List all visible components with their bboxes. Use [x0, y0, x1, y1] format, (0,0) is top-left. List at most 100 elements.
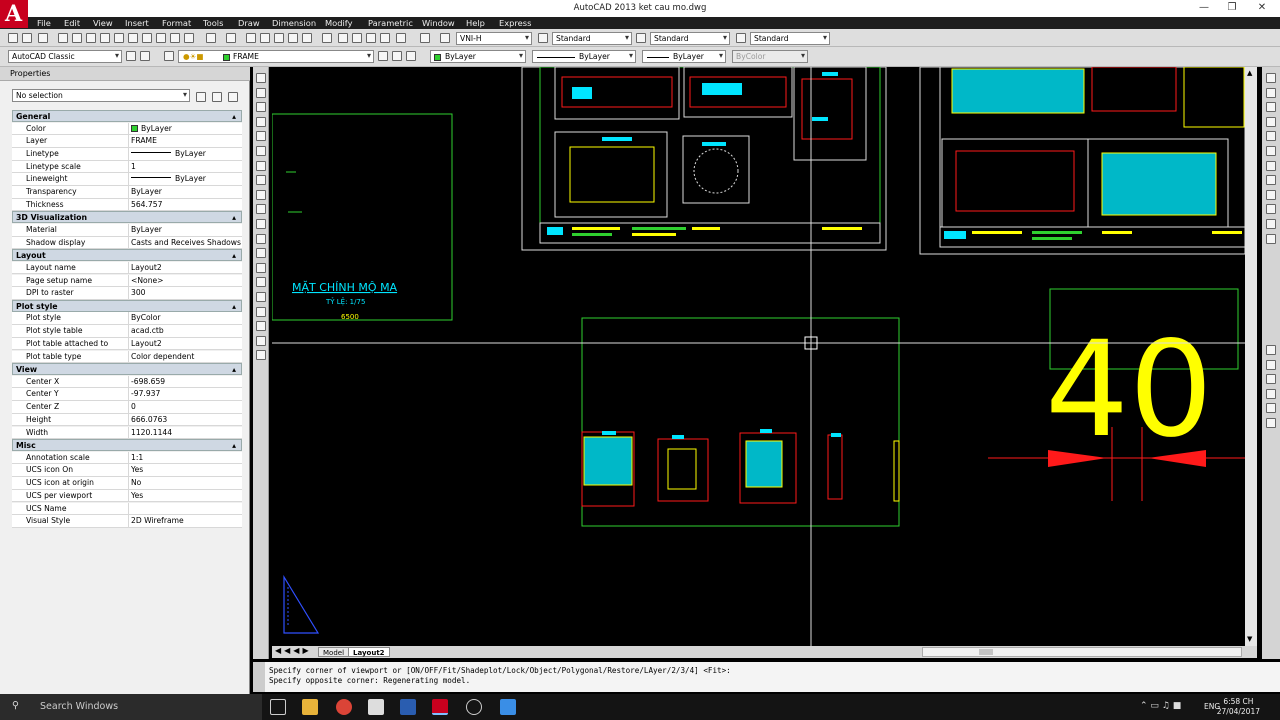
color-select[interactable]: ByLayer — [430, 50, 526, 63]
layer-states-icon[interactable] — [406, 51, 416, 61]
taskbar-search[interactable]: ⚲ Search Windows — [0, 694, 262, 720]
property-row[interactable]: Linetype ByLayer — [12, 147, 242, 161]
property-value[interactable]: 564.757 — [128, 198, 242, 212]
selection-select[interactable]: No selection — [12, 89, 190, 102]
redo-icon[interactable] — [226, 33, 236, 43]
polygon-icon[interactable] — [256, 116, 266, 127]
ellipse-icon[interactable] — [256, 204, 266, 215]
save-icon[interactable] — [38, 33, 48, 43]
property-value[interactable]: 300 — [128, 287, 242, 300]
menu-tools[interactable]: Tools — [203, 18, 223, 28]
property-row[interactable]: Plot style table acad.ctb — [12, 325, 242, 338]
line-icon[interactable] — [256, 73, 266, 83]
tab-model[interactable]: Model — [318, 647, 350, 657]
property-value[interactable]: Yes — [128, 464, 242, 478]
property-value[interactable]: ByLayer — [128, 223, 242, 237]
property-row[interactable]: Visual Style 2D Wireframe — [12, 515, 242, 528]
menu-edit[interactable]: Edit — [64, 18, 80, 28]
zoom-previous-icon[interactable] — [288, 33, 298, 43]
table-style-select[interactable]: Standard — [650, 32, 730, 45]
revision-cloud-icon[interactable] — [256, 175, 266, 186]
layer-select[interactable]: ●☀■ FRAME — [178, 50, 374, 63]
menu-modify[interactable]: Modify — [325, 18, 353, 28]
property-row[interactable]: Plot style ByColor — [12, 312, 242, 326]
property-row[interactable]: Material ByLayer — [12, 223, 242, 237]
multiline-text-icon[interactable] — [256, 335, 266, 346]
property-value[interactable]: ByLayer — [128, 186, 242, 199]
property-value[interactable] — [128, 502, 242, 516]
blend-icon[interactable] — [1266, 403, 1276, 414]
tray-icons[interactable]: ⌃ ▭ ♫ ■ — [1140, 701, 1181, 711]
tab-nav-arrows-icon[interactable]: ◀◀◀▶ — [275, 646, 312, 655]
new-icon[interactable] — [8, 33, 18, 43]
match-icon[interactable] — [142, 33, 152, 43]
menu-dimension[interactable]: Dimension — [272, 18, 316, 28]
property-row[interactable]: UCS icon On Yes — [12, 464, 242, 478]
property-value[interactable]: 0 — [128, 401, 242, 414]
scroll-down-icon[interactable]: ▼ — [1247, 635, 1252, 643]
property-value[interactable]: ByLayer — [128, 147, 242, 161]
zoom-window-icon[interactable] — [274, 33, 284, 43]
add-selected-icon[interactable] — [256, 350, 266, 361]
quickcalc-icon[interactable] — [380, 33, 390, 43]
section-3d-visualization[interactable]: 3D Visualization — [12, 211, 242, 224]
horizontal-scroll-thumb[interactable] — [979, 649, 993, 655]
text-style-icon[interactable] — [420, 33, 430, 43]
section-view[interactable]: View — [12, 363, 242, 376]
zoom-icon[interactable] — [184, 33, 194, 43]
scale-icon[interactable] — [1266, 175, 1276, 186]
app-icon[interactable] — [400, 699, 416, 715]
application-menu-button[interactable]: A — [0, 0, 28, 28]
property-row[interactable]: Center Z 0 — [12, 401, 242, 414]
construction-line-icon[interactable] — [256, 87, 266, 98]
drawing-canvas[interactable]: MẶT CHÍNH MỘ MA TỶ LỆ: 1/75 6500 40 — [272, 67, 1245, 646]
property-row[interactable]: Thickness 564.757 — [12, 198, 242, 212]
gradient-icon[interactable] — [256, 292, 266, 302]
maximize-icon[interactable]: ❐ — [1224, 2, 1240, 14]
scroll-up-icon[interactable]: ▲ — [1247, 69, 1252, 77]
publish-icon[interactable] — [86, 33, 96, 43]
chamfer-icon[interactable] — [1266, 374, 1276, 385]
properties-icon[interactable] — [302, 33, 312, 43]
linetype-select[interactable]: ByLayer — [532, 50, 636, 63]
plot-icon[interactable] — [58, 33, 68, 43]
section-plot-style[interactable]: Plot style — [12, 299, 242, 312]
clock-app-icon[interactable] — [466, 699, 482, 715]
property-row[interactable]: Transparency ByLayer — [12, 186, 242, 199]
copy-icon[interactable] — [1266, 87, 1276, 98]
move-icon[interactable] — [1266, 146, 1276, 156]
property-row[interactable]: UCS icon at origin No — [12, 477, 242, 490]
property-row[interactable]: DPI to raster 300 — [12, 287, 242, 300]
property-value[interactable]: Layout2 — [128, 261, 242, 275]
store-icon[interactable] — [368, 699, 384, 715]
property-row[interactable]: Center X -698.659 — [12, 375, 242, 389]
property-row[interactable]: Layer FRAME — [12, 135, 242, 148]
drawing-svg[interactable]: MẶT CHÍNH MỘ MA TỶ LỆ: 1/75 6500 40 — [272, 67, 1245, 646]
folder-icon[interactable] — [500, 699, 516, 715]
array-icon[interactable] — [1266, 131, 1276, 142]
help-icon[interactable] — [396, 33, 406, 43]
pickadd-icon[interactable] — [196, 92, 206, 102]
property-value[interactable]: Casts and Receives Shadows — [128, 236, 242, 250]
lineweight-select[interactable]: ByLayer — [642, 50, 726, 63]
dim-style-select[interactable]: Standard — [552, 32, 632, 45]
circle-icon[interactable] — [256, 160, 266, 171]
explode-icon[interactable] — [1266, 418, 1276, 428]
copy-icon[interactable] — [114, 33, 124, 43]
property-value[interactable]: 666.0763 — [128, 413, 242, 427]
offset-icon[interactable] — [1266, 116, 1276, 127]
property-value[interactable]: ByLayer — [128, 122, 242, 136]
menu-help[interactable]: Help — [466, 18, 485, 28]
property-row[interactable]: Width 1120.1144 — [12, 426, 242, 440]
command-line[interactable]: Specify corner of viewport or [ON/OFF/Fi… — [265, 662, 1280, 692]
dim-style-icon[interactable] — [538, 33, 548, 43]
menu-draw[interactable]: Draw — [238, 18, 260, 28]
tool-palette-icon[interactable] — [338, 33, 348, 43]
menu-file[interactable]: File — [37, 18, 51, 28]
insert-block-icon[interactable] — [256, 233, 266, 244]
workspace-select[interactable]: AutoCAD Classic — [8, 50, 122, 63]
property-value[interactable]: Layout2 — [128, 337, 242, 351]
break-at-point-icon[interactable] — [1266, 233, 1276, 244]
workspace-settings-icon[interactable] — [126, 51, 136, 61]
stretch-icon[interactable] — [1266, 189, 1276, 200]
